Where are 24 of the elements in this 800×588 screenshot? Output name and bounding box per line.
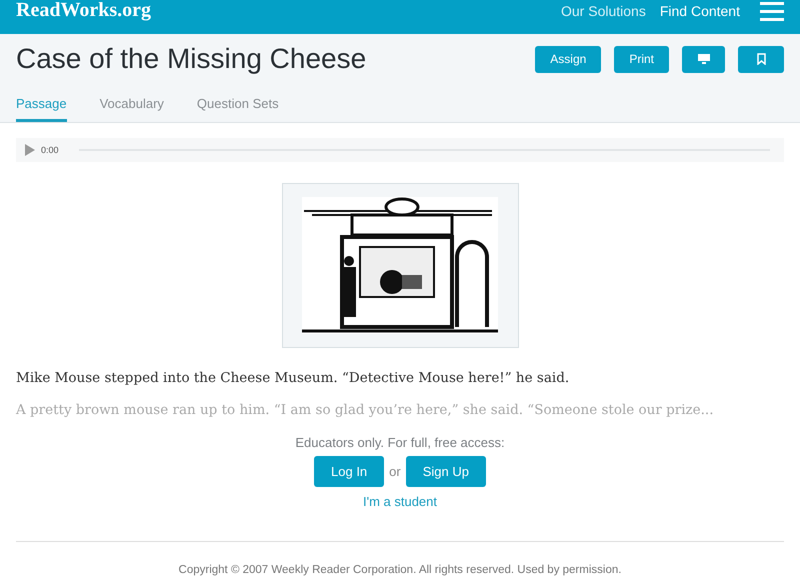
action-button[interactable]: Print xyxy=(614,46,669,72)
access-prompt: Educators only. For full, free access: xyxy=(295,435,505,450)
signup-button[interactable]: Sign Up xyxy=(406,456,486,487)
passage-paragraph: Mike Mouse stepped into the Cheese Museum. “Detective Mouse here!” he said. xyxy=(16,370,570,386)
copyright-text: Copyright © 2007 Weekly Reader Corporation. All rights reserved. Used by permission. xyxy=(178,564,622,576)
nav-link[interactable]: Find Content xyxy=(660,3,740,19)
login-button[interactable]: Log In xyxy=(314,456,384,487)
action-button[interactable]: Assign xyxy=(535,46,602,72)
student-link[interactable]: I'm a student xyxy=(362,494,438,509)
passage-paragraph: A pretty brown mouse ran up to him. “I am so glad you’re here,” she said. “Someone stole our prize... xyxy=(16,402,715,418)
tab[interactable]: Question Sets xyxy=(196,90,279,122)
bookmark-button[interactable] xyxy=(738,46,784,72)
audio-time: 0:00 xyxy=(41,145,59,155)
bookmark-icon xyxy=(756,53,766,65)
present-button[interactable] xyxy=(682,46,725,72)
monitor-icon xyxy=(698,54,710,64)
nav-link[interactable]: Our Solutions xyxy=(561,3,646,19)
site-logo[interactable]: ReadWorks.org xyxy=(16,0,151,22)
tab[interactable]: Passage xyxy=(16,90,67,122)
or-text: or xyxy=(388,464,402,479)
menu-icon[interactable] xyxy=(760,1,784,21)
play-icon[interactable] xyxy=(25,144,35,156)
page-title: Case of the Missing Cheese xyxy=(16,43,366,75)
tab[interactable]: Vocabulary xyxy=(100,90,164,122)
